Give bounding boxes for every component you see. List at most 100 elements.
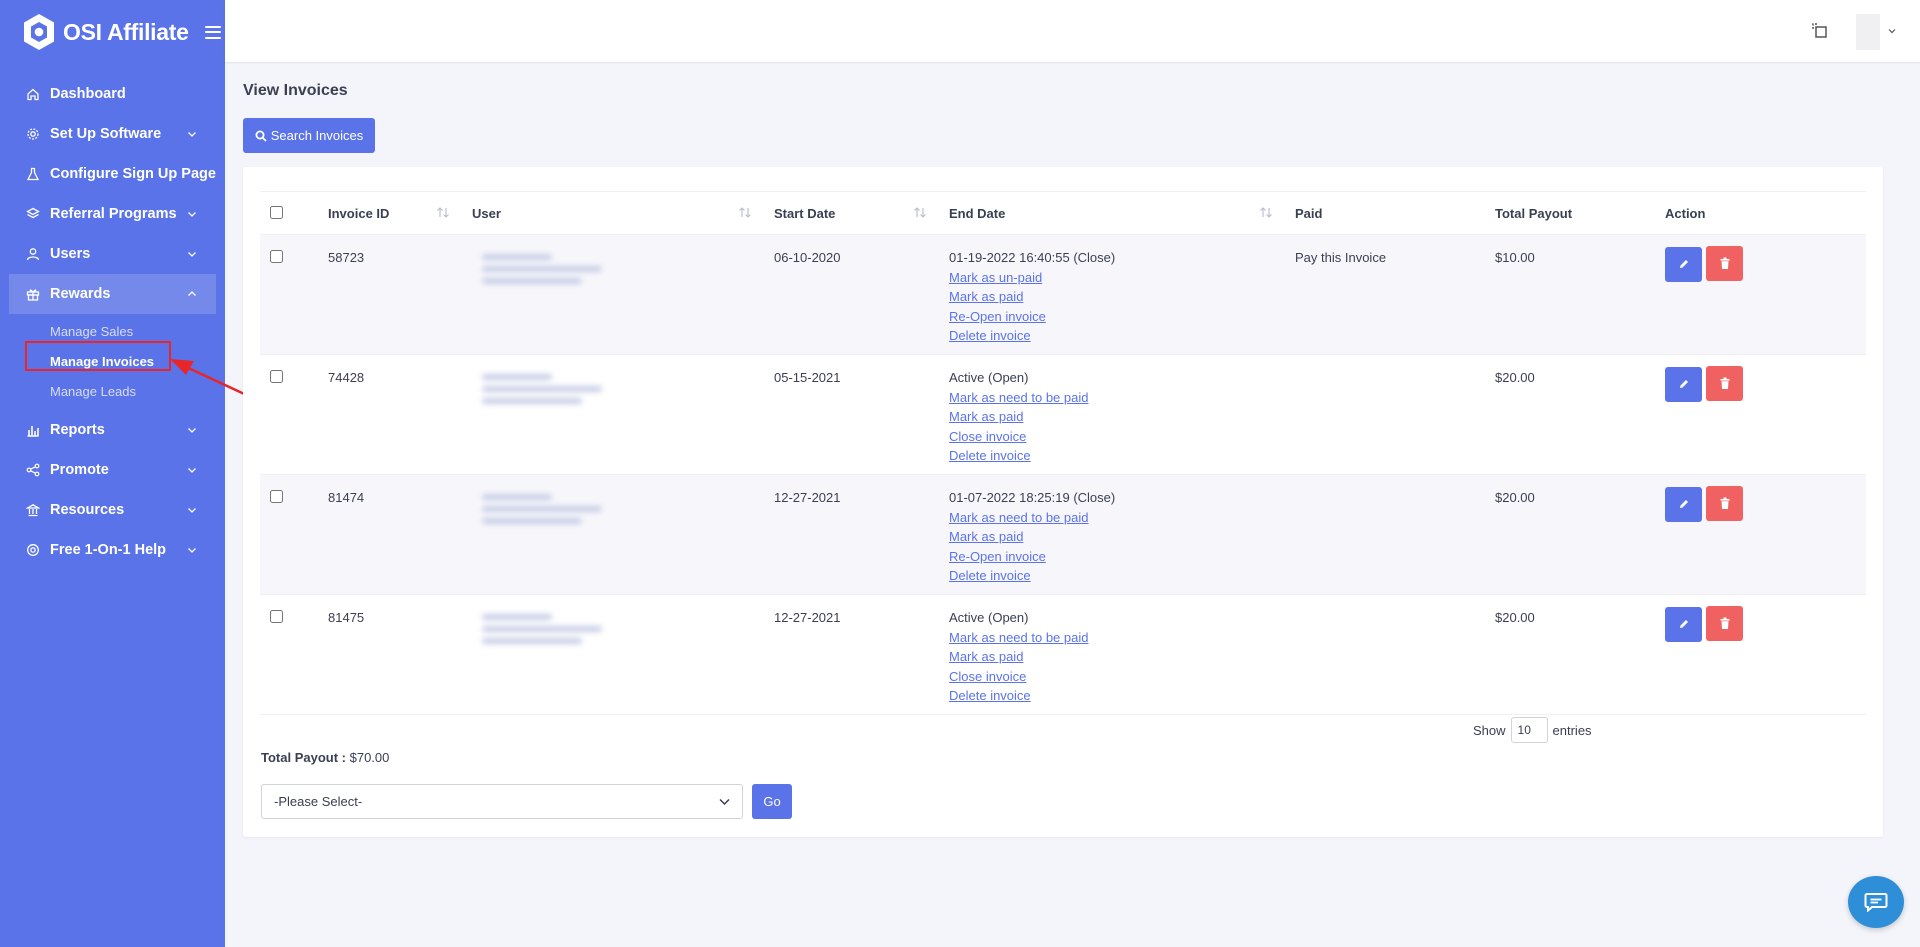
chevron-down-icon bbox=[188, 508, 196, 513]
invoice-action-link-mark-as-need-to-be-paid[interactable]: Mark as need to be paid bbox=[949, 388, 1285, 408]
column-header-paid: Paid bbox=[1285, 192, 1485, 235]
delete-button[interactable] bbox=[1706, 486, 1743, 521]
user-cell bbox=[462, 475, 764, 595]
invoices-card: Invoice ID User Start Date End Date Paid bbox=[243, 167, 1883, 837]
pencil-icon bbox=[1679, 380, 1688, 388]
show-entries: Show entries bbox=[1473, 717, 1592, 743]
start-date-cell: 05-15-2021 bbox=[774, 370, 841, 385]
gear-icon bbox=[27, 128, 39, 140]
select-all-checkbox[interactable] bbox=[270, 206, 283, 219]
chevron-down-icon[interactable] bbox=[1888, 27, 1896, 35]
share-icon bbox=[26, 463, 40, 477]
sidebar-item-promote[interactable]: Promote bbox=[0, 450, 225, 490]
edit-button[interactable] bbox=[1665, 366, 1702, 402]
delete-button[interactable] bbox=[1706, 366, 1743, 401]
sidebar-item-free-1-on-1-help[interactable]: Free 1-On-1 Help bbox=[0, 530, 225, 570]
page-title: View Invoices bbox=[243, 82, 348, 99]
edit-button[interactable] bbox=[1665, 486, 1702, 522]
row-checkbox[interactable] bbox=[270, 370, 283, 383]
trash-icon bbox=[1720, 617, 1729, 629]
row-select-cell bbox=[260, 595, 318, 715]
chevron-up-icon bbox=[188, 291, 196, 296]
invoice-id-cell: 58723 bbox=[328, 250, 365, 265]
sidebar-item-configure-sign-up-page[interactable]: Configure Sign Up Page bbox=[0, 154, 225, 194]
invoice-action-link-mark-as-un-paid[interactable]: Mark as un-paid bbox=[949, 268, 1285, 288]
invoice-action-link-re-open-invoice[interactable]: Re-Open invoice bbox=[949, 547, 1285, 567]
chevron-down-icon bbox=[188, 468, 196, 473]
sidebar-item-set-up-software[interactable]: Set Up Software bbox=[0, 114, 225, 154]
annotation-highlight-box bbox=[25, 341, 171, 371]
sidebar-item-users[interactable]: Users bbox=[0, 234, 225, 274]
invoice-action-link-close-invoice[interactable]: Close invoice bbox=[949, 667, 1285, 687]
sidebar-item-label: Referral Programs bbox=[50, 206, 177, 222]
column-header-end-date[interactable]: End Date bbox=[939, 192, 1285, 235]
sort-icon[interactable] bbox=[436, 206, 450, 219]
edit-button[interactable] bbox=[1665, 246, 1702, 282]
delete-button[interactable] bbox=[1706, 246, 1743, 281]
entries-input[interactable] bbox=[1510, 717, 1548, 743]
row-select-cell bbox=[260, 235, 318, 355]
invoice-action-link-delete-invoice[interactable]: Delete invoice bbox=[949, 566, 1285, 586]
fullscreen-icon[interactable] bbox=[1811, 22, 1829, 40]
invoice-action-link-mark-as-need-to-be-paid[interactable]: Mark as need to be paid bbox=[949, 628, 1285, 648]
invoice-action-link-mark-as-paid[interactable]: Mark as paid bbox=[949, 527, 1285, 547]
action-cell bbox=[1655, 235, 1866, 355]
chevron-down-icon bbox=[188, 428, 196, 433]
column-header-start-date[interactable]: Start Date bbox=[764, 192, 939, 235]
invoice-action-link-delete-invoice[interactable]: Delete invoice bbox=[949, 446, 1285, 466]
total-payout-value: $70.00 bbox=[349, 750, 390, 765]
sidebar-item-label: Users bbox=[50, 246, 91, 262]
invoice-action-link-delete-invoice[interactable]: Delete invoice bbox=[949, 686, 1285, 706]
sidebar-item-reports[interactable]: Reports bbox=[0, 410, 225, 450]
sort-icon[interactable] bbox=[738, 206, 752, 219]
avatar[interactable] bbox=[1856, 14, 1880, 50]
column-header-user[interactable]: User bbox=[462, 192, 764, 235]
total-payout: Total Payout : $70.00 bbox=[261, 750, 389, 765]
sort-icon[interactable] bbox=[1259, 206, 1273, 219]
edit-button[interactable] bbox=[1665, 606, 1702, 642]
invoice-action-link-mark-as-paid[interactable]: Mark as paid bbox=[949, 647, 1285, 667]
invoice-action-link-mark-as-paid[interactable]: Mark as paid bbox=[949, 287, 1285, 307]
blurred-user-info bbox=[472, 374, 632, 434]
invoice-action-link-mark-as-paid[interactable]: Mark as paid bbox=[949, 407, 1285, 427]
total-payout-label: Total Payout : bbox=[261, 750, 346, 765]
chat-widget-button[interactable] bbox=[1848, 876, 1904, 928]
invoice-id-cell: 74428 bbox=[328, 370, 365, 385]
sidebar-item-label: Rewards bbox=[50, 286, 111, 302]
sort-icon[interactable] bbox=[913, 206, 927, 219]
menu-toggle-icon[interactable] bbox=[204, 25, 221, 39]
end-date-cell: Active (Open) Mark as need to be paid Mark… bbox=[939, 595, 1285, 715]
action-cell bbox=[1655, 595, 1866, 715]
trash-icon bbox=[1720, 377, 1729, 389]
column-label: End Date bbox=[949, 205, 1006, 221]
sidebar-item-rewards[interactable]: Rewards bbox=[9, 274, 216, 314]
invoices-table-body: 58723 06-10-2020 01-19-2022 16:40:55 (Clos… bbox=[260, 234, 1866, 715]
end-status: 01-07-2022 18:25:19 (Close) bbox=[949, 490, 1116, 505]
brand-name[interactable]: OSI Affiliate bbox=[63, 19, 189, 46]
brand-logo-icon[interactable] bbox=[22, 13, 56, 51]
top-bar bbox=[225, 0, 1920, 62]
invoice-action-link-delete-invoice[interactable]: Delete invoice bbox=[949, 326, 1285, 346]
bulk-action-select[interactable]: -Please Select- bbox=[261, 784, 743, 819]
chevron-down-icon bbox=[719, 798, 730, 806]
sidebar-item-resources[interactable]: Resources bbox=[0, 490, 225, 530]
row-checkbox[interactable] bbox=[270, 610, 283, 623]
invoice-action-link-mark-as-need-to-be-paid[interactable]: Mark as need to be paid bbox=[949, 508, 1285, 528]
sidebar-item-referral-programs[interactable]: Referral Programs bbox=[0, 194, 225, 234]
column-label: Start Date bbox=[774, 205, 836, 221]
row-select-cell bbox=[260, 475, 318, 595]
invoice-id-cell: 81474 bbox=[328, 490, 365, 505]
pay-invoice-text: Pay this Invoice bbox=[1295, 250, 1387, 265]
search-invoices-button[interactable]: Search Invoices bbox=[243, 118, 375, 153]
sidebar: OSI Affiliate Dashboard Set Up Software Co… bbox=[0, 0, 225, 947]
action-cell bbox=[1655, 355, 1866, 475]
delete-button[interactable] bbox=[1706, 606, 1743, 641]
row-checkbox[interactable] bbox=[270, 250, 283, 263]
invoice-action-link-close-invoice[interactable]: Close invoice bbox=[949, 427, 1285, 447]
invoice-action-link-re-open-invoice[interactable]: Re-Open invoice bbox=[949, 307, 1285, 327]
start-date-cell: 06-10-2020 bbox=[774, 250, 841, 265]
row-checkbox[interactable] bbox=[270, 490, 283, 503]
sidebar-item-dashboard[interactable]: Dashboard bbox=[0, 74, 225, 114]
column-header-invoice-id[interactable]: Invoice ID bbox=[318, 192, 462, 235]
go-button[interactable]: Go bbox=[752, 784, 792, 819]
